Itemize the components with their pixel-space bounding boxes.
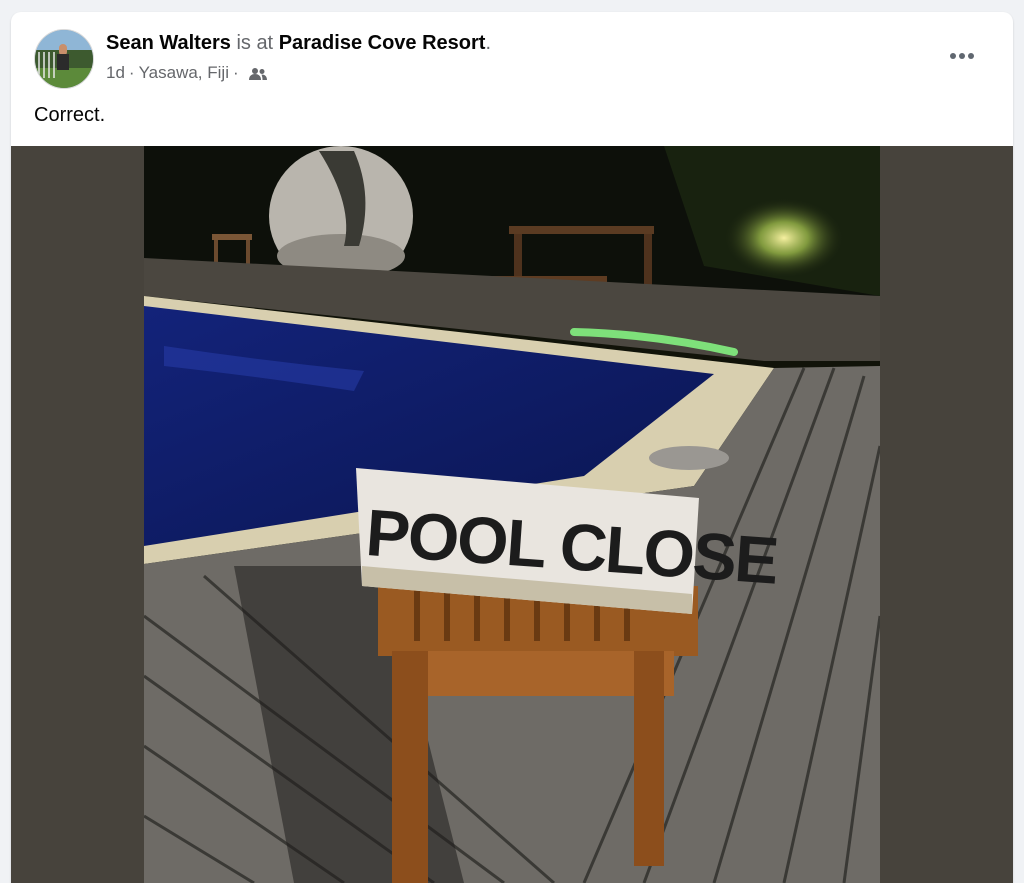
post-caption: Correct. bbox=[34, 104, 106, 126]
more-options-button[interactable] bbox=[940, 40, 984, 72]
post-header: Sean Walters is at Paradise Cove Resort.… bbox=[11, 12, 1013, 146]
author-avatar[interactable] bbox=[34, 29, 94, 89]
author-name[interactable]: Sean Walters bbox=[106, 32, 231, 54]
post-media[interactable]: POOL CLOSE bbox=[11, 146, 1013, 883]
friends-icon[interactable] bbox=[248, 66, 267, 80]
place-name[interactable]: Paradise Cove Resort bbox=[279, 32, 486, 54]
meta-separator: · bbox=[232, 63, 239, 82]
post-meta: 1d · Yasawa, Fiji · bbox=[106, 63, 267, 83]
post-card: Sean Walters is at Paradise Cove Resort.… bbox=[11, 12, 1013, 883]
post-photo[interactable]: POOL CLOSE bbox=[144, 146, 880, 883]
meta-separator: · bbox=[128, 63, 135, 82]
title-period: . bbox=[485, 32, 492, 54]
post-time[interactable]: 1d bbox=[106, 63, 125, 83]
more-horizontal-icon bbox=[950, 53, 974, 59]
is-at-text: is at bbox=[236, 32, 274, 54]
post-location[interactable]: Yasawa, Fiji bbox=[139, 63, 229, 83]
post-title: Sean Walters is at Paradise Cove Resort. bbox=[106, 32, 491, 55]
